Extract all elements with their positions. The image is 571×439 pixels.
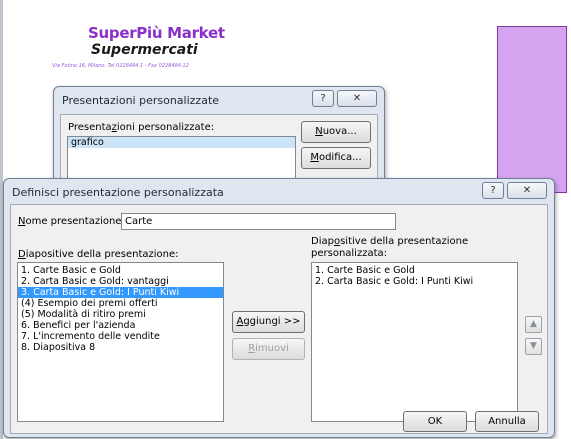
list-item[interactable]: 1. Carte Basic e Gold [312, 265, 517, 276]
dialog-title: Definisci presentazione personalizzata [12, 186, 224, 199]
custom-slides-label-2: personalizzata: [311, 248, 388, 259]
slide-shape [497, 26, 567, 193]
list-item[interactable]: (4) Esempio dei premi offerti [18, 298, 223, 309]
edit-button[interactable]: Modifica... [301, 147, 371, 169]
help-button[interactable]: ? [482, 182, 504, 199]
close-button[interactable]: ✕ [337, 90, 377, 107]
arrow-down-icon: ▼ [530, 341, 537, 351]
arrow-up-icon: ▲ [530, 319, 537, 329]
custom-shows-label: Presentazioni personalizzate: [68, 122, 215, 133]
dialog-body: Nome presentazione: Carte Diapositive de… [10, 204, 548, 434]
address-text: Via Fotino 16, Milano. Tel 0228484.1 - F… [52, 63, 189, 69]
help-button[interactable]: ? [312, 90, 334, 107]
custom-slides-list[interactable]: 1. Carte Basic e Gold 2. Carta Basic e G… [311, 262, 518, 422]
list-item[interactable]: grafico [68, 137, 295, 148]
dialog-title: Presentazioni personalizzate [62, 94, 220, 107]
list-item[interactable]: 3. Carta Basic e Gold: I Punti Kiwi [18, 287, 223, 298]
list-item[interactable]: 8. Diapositiva 8 [18, 342, 223, 353]
add-button[interactable]: Aggiungi >> [232, 311, 305, 333]
logo-line2: Supermercati [91, 42, 198, 58]
move-down-button[interactable]: ▼ [525, 338, 542, 355]
define-custom-show-dialog: Definisci presentazione personalizzata ?… [3, 178, 555, 438]
slides-label: Diapositive della presentazione: [18, 249, 179, 260]
ok-button[interactable]: OK [403, 411, 467, 432]
name-input[interactable]: Carte [121, 213, 396, 230]
slides-list[interactable]: 1. Carte Basic e Gold 2. Carta Basic e G… [17, 262, 224, 422]
move-up-button[interactable]: ▲ [525, 316, 542, 333]
list-item[interactable]: 6. Benefici per l'azienda [18, 320, 223, 331]
list-item[interactable]: 7. L'incremento delle vendite [18, 331, 223, 342]
custom-slides-label-1: Diapositive della presentazione [311, 236, 469, 247]
close-button[interactable]: ✕ [507, 182, 547, 199]
new-button[interactable]: Nuova... [301, 121, 371, 143]
list-item[interactable]: 1. Carte Basic e Gold [18, 265, 223, 276]
cancel-button[interactable]: Annulla [475, 411, 539, 432]
list-item[interactable]: 2. Carta Basic e Gold: I Punti Kiwi [312, 276, 517, 287]
logo-line1: SuperPiù Market [88, 24, 225, 42]
name-label: Nome presentazione: [18, 216, 125, 227]
list-item[interactable]: 2. Carta Basic e Gold: vantaggi [18, 276, 223, 287]
remove-button[interactable]: Rimuovi [232, 338, 305, 360]
list-item[interactable]: (5) Modalità di ritiro premi [18, 309, 223, 320]
